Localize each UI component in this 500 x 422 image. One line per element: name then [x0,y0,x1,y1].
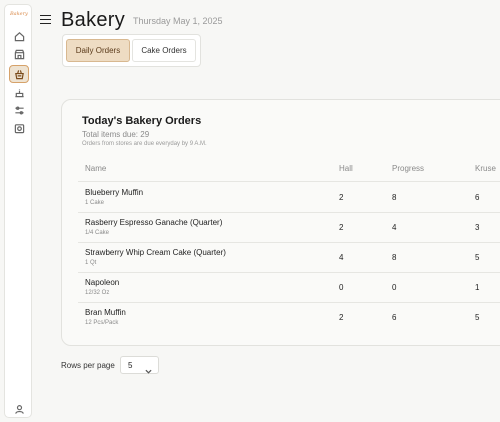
item-unit: 12 Pcs/Pack [85,320,119,326]
store-icon[interactable] [9,45,29,63]
kruse-count: 5 [475,313,480,322]
column-header-hall[interactable]: Hall [339,164,353,173]
hall-count: 2 [339,193,344,202]
chevron-down-icon [145,362,152,374]
item-name: Strawberry Whip Cream Cake (Quarter) [85,248,226,257]
column-header-progress[interactable]: Progress [392,164,424,173]
hamburger-menu-icon[interactable] [40,15,51,25]
progress-count: 8 [392,193,397,202]
progress-count: 4 [392,223,397,232]
hall-count: 0 [339,283,344,292]
sliders-icon[interactable] [9,101,29,119]
item-unit: 1 Qt [85,260,97,266]
column-header-kruse[interactable]: Kruse [475,164,496,173]
progress-count: 6 [392,313,397,322]
user-icon[interactable] [9,400,29,418]
card-title: Today's Bakery Orders [82,115,202,127]
rows-per-page-value: 5 [128,361,133,370]
hall-count: 2 [339,223,344,232]
kruse-count: 5 [475,253,480,262]
total-items-due: Total items due: 29 [82,130,150,139]
table-row[interactable]: Napoleon 12/32 Oz 0 0 1 [78,272,500,302]
current-date: Thursday May 1, 2025 [133,16,223,26]
home-icon[interactable] [9,27,29,45]
page-title: Bakery [61,9,126,31]
kruse-count: 3 [475,223,480,232]
cake-icon[interactable] [9,83,29,101]
item-name: Rasberry Espresso Ganache (Quarter) [85,218,223,227]
tab-cake-orders[interactable]: Cake Orders [132,39,196,62]
item-unit: 1 Cake [85,200,105,206]
kruse-count: 6 [475,193,480,202]
table-row[interactable]: Rasberry Espresso Ganache (Quarter) 1/4 … [78,212,500,242]
bakery-basket-icon[interactable] [9,65,29,83]
kruse-count: 1 [475,283,480,292]
item-name: Napoleon [85,278,120,287]
app-logo: Bakery [10,11,28,17]
item-unit: 12/32 Oz [85,290,110,296]
progress-count: 0 [392,283,397,292]
hall-count: 4 [339,253,344,262]
item-name: Blueberry Muffin [85,188,144,197]
rows-per-page-select[interactable]: 5 [120,356,159,374]
progress-count: 8 [392,253,397,262]
item-name: Bran Muffin [85,308,126,317]
sidebar: Bakery [4,4,32,418]
tab-daily-orders[interactable]: Daily Orders [66,39,130,62]
hall-count: 2 [339,313,344,322]
table-row[interactable]: Strawberry Whip Cream Cake (Quarter) 1 Q… [78,242,500,272]
camera-icon[interactable] [9,119,29,137]
orders-note: Orders from stores are due everyday by 9… [82,141,207,147]
orders-card: Today's Bakery Orders Total items due: 2… [61,99,500,346]
table-row[interactable]: Blueberry Muffin 1 Cake 2 8 6 [78,182,500,212]
item-unit: 1/4 Cake [85,230,110,236]
column-header-name[interactable]: Name [85,164,106,173]
table-row[interactable]: Bran Muffin 12 Pcs/Pack 2 6 5 [78,302,500,332]
rows-per-page-label: Rows per page [61,361,115,370]
orders-tab-group: Daily Orders Cake Orders [62,34,201,67]
